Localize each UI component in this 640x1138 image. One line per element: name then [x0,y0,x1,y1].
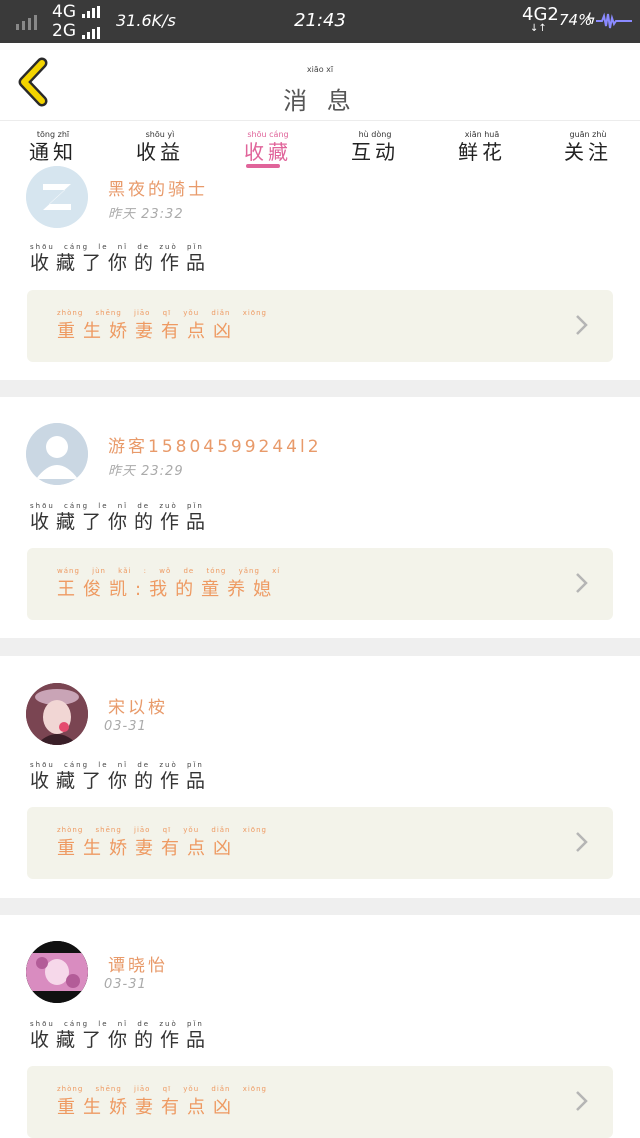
chevron-right-icon [576,832,588,852]
active-tab-indicator [246,164,280,168]
action-text: 收藏了你的作品 [30,770,213,792]
list-item: 游客15804599244l2 昨天 23:29 shōu cáng le nǐ… [0,397,640,638]
user-name[interactable]: 宋以桉 [108,693,168,718]
header: xiāo xī 消 息 [0,43,640,121]
tab-notice[interactable]: tōng zhī 通知 [18,121,88,171]
work-pinyin: zhòng shēng jiāo qī yǒu diǎn xiōng [57,1085,267,1093]
tab-favorites[interactable]: shōu cáng 收藏 [233,121,303,171]
chevron-right-icon [576,573,588,593]
chevron-right-icon [576,315,588,335]
tab-follow[interactable]: guān zhù 关注 [553,121,623,171]
work-link[interactable]: wáng jùn kǎi : wǒ de tóng yǎng xí 王俊凯:我的… [27,548,613,620]
user-name[interactable]: 黑夜的骑士 [108,175,208,200]
user-name[interactable]: 谭晓怡 [108,951,168,976]
work-pinyin: wáng jùn kǎi : wǒ de tóng yǎng xí [57,567,281,575]
list-item: 谭晓怡 03-31 shōu cáng le nǐ de zuò pǐn 收藏了… [0,915,640,1138]
work-link[interactable]: zhòng shēng jiāo qī yǒu diǎn xiōng 重生娇妻有… [27,807,613,879]
data-arrows-icon: ↓↑ [530,23,547,34]
work-pinyin: zhòng shēng jiāo qī yǒu diǎn xiōng [57,826,267,834]
tab-earnings[interactable]: shōu yì 收益 [125,121,195,171]
tab-interaction[interactable]: hù dòng 互动 [340,121,410,171]
post-time: 03-31 [104,719,147,734]
title-pinyin: xiāo xī [306,65,334,74]
photo-avatar [26,941,88,1003]
user-name[interactable]: 游客15804599244l2 [108,432,322,457]
work-title: 重生娇妻有点凶 [57,838,239,859]
avatar[interactable] [26,423,88,485]
work-pinyin: zhòng shēng jiāo qī yǒu diǎn xiōng [57,309,267,317]
default-avatar-icon [26,423,88,485]
action-text: 收藏了你的作品 [30,1029,213,1051]
photo-avatar [26,683,88,745]
work-link[interactable]: zhòng shēng jiāo qī yǒu diǎn xiōng 重生娇妻有… [27,1066,613,1138]
tab-flowers[interactable]: xiān huā 鲜花 [447,121,517,171]
chevron-right-icon [576,1091,588,1111]
work-link[interactable]: zhòng shēng jiāo qī yǒu diǎn xiōng 重生娇妻有… [27,290,613,362]
post-time: 昨天 23:29 [108,464,184,479]
post-time: 昨天 23:32 [108,207,184,222]
work-title: 王俊凯:我的童养媳 [57,579,280,600]
avatar[interactable] [26,166,88,228]
default-avatar-icon [26,166,88,228]
tab-bar: tōng zhī 通知 shōu yì 收益 shōu cáng 收藏 hù d… [0,121,640,171]
page-title: 消 息 [283,87,357,115]
charging-icon: ϟ [586,10,596,28]
list-item: 宋以桉 03-31 shōu cáng le nǐ de zuò pǐn 收藏了… [0,656,640,898]
action-text: 收藏了你的作品 [30,511,213,533]
network-type-right: 4G2 [522,4,559,25]
audio-wave-icon [596,12,632,29]
list-item: 黑夜的骑士 昨天 23:32 shōu cáng le nǐ de zuò pǐ… [0,166,640,380]
post-time: 03-31 [104,977,147,992]
work-title: 重生娇妻有点凶 [57,321,239,342]
status-bar: 4G 2G 31.6K/s 21:43 4G2 ↓↑ 74% ϟ [0,0,640,43]
work-title: 重生娇妻有点凶 [57,1097,239,1118]
avatar[interactable] [26,683,88,745]
action-text: 收藏了你的作品 [30,252,213,274]
avatar[interactable] [26,941,88,1003]
